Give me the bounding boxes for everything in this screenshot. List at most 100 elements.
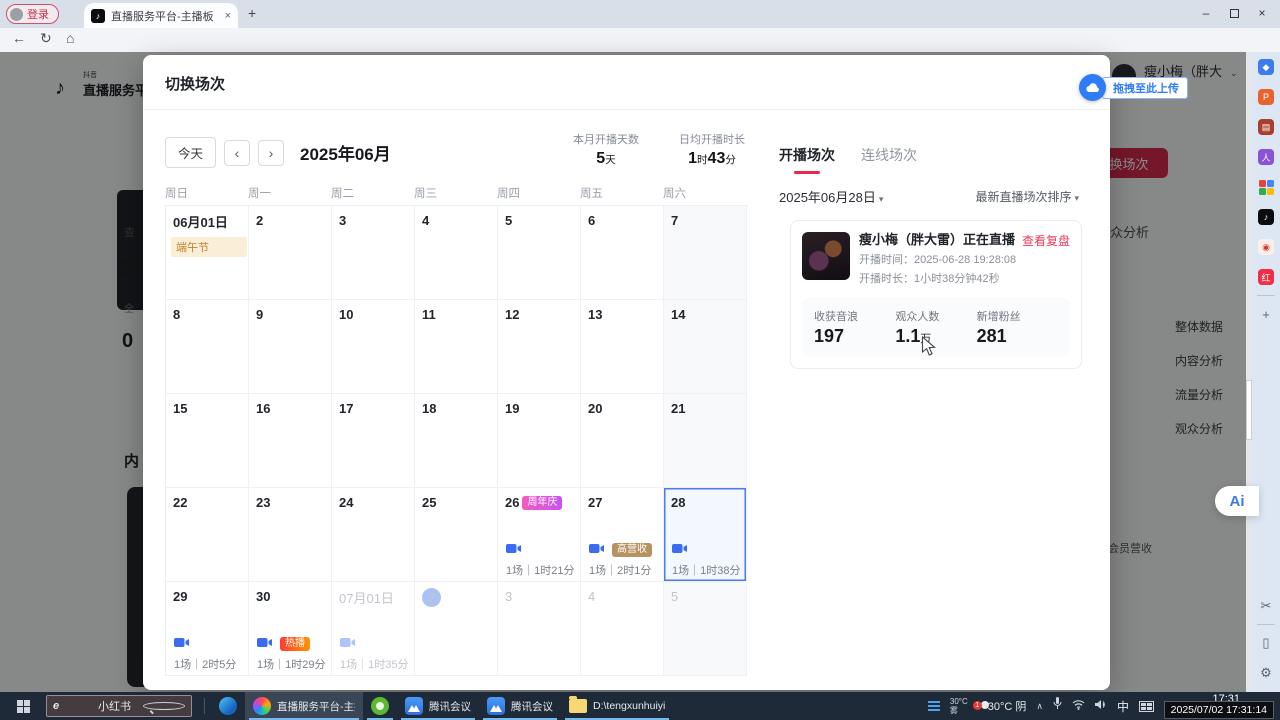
start-button[interactable] <box>0 692 46 720</box>
calendar-day-cell[interactable]: 291场｜2时5分 <box>166 582 249 676</box>
calendar-day-cell[interactable]: 15 <box>166 394 249 488</box>
upload-drop-pill[interactable]: 拖拽至此上传 <box>1079 74 1188 101</box>
day-number: 27 <box>588 495 602 510</box>
video-camera-icon <box>506 541 521 559</box>
calendar-day-cell[interactable]: 06月01日端午节 <box>166 206 249 300</box>
calendar-day-cell[interactable]: 2 <box>415 582 498 676</box>
day-number: 16 <box>256 401 270 416</box>
calendar-day-cell[interactable]: 18 <box>415 394 498 488</box>
browser-tab[interactable]: ♪ 直播服务平台-主播板 × <box>84 3 238 28</box>
toolbox-icon[interactable]: ▤ <box>1252 112 1280 142</box>
network-icon[interactable] <box>1072 697 1085 715</box>
day-number: 20 <box>588 401 602 416</box>
taskbar-app-folder[interactable]: D:\tengxunhuiyi <box>561 692 673 720</box>
next-month-button[interactable]: › <box>258 140 284 166</box>
calendar-day-cell[interactable]: 281场｜1时38分 <box>664 488 747 582</box>
calendar-day-cell[interactable]: 22 <box>166 488 249 582</box>
microphone-icon[interactable] <box>1053 697 1062 715</box>
prev-month-button[interactable]: ‹ <box>224 140 250 166</box>
calendar-day-cell[interactable]: 27高营收1场｜2时1分 <box>581 488 664 582</box>
clip-icon[interactable]: ✂ <box>1252 591 1280 621</box>
screen: 登录 ♪ 直播服务平台-主播板 × + – × ← ↻ ⌂ anchor.dou… <box>0 0 1280 720</box>
calendar-day-cell[interactable]: 9 <box>249 300 332 394</box>
calendar-day-cell[interactable]: 4 <box>581 582 664 676</box>
touch-keyboard-icon[interactable] <box>1139 701 1154 712</box>
minimize-button[interactable]: – <box>1192 0 1220 26</box>
office-icon[interactable]: P <box>1252 82 1280 112</box>
douyin-icon[interactable]: ♪ <box>1252 202 1280 232</box>
weather-text[interactable]: 30°C 阴 <box>988 698 1027 714</box>
browser-login-button[interactable]: 登录 <box>6 4 59 24</box>
xiaohongshu-icon[interactable]: 红 <box>1252 262 1280 292</box>
add-icon[interactable]: + <box>1252 299 1280 329</box>
calendar-day-cell[interactable]: 26周年庆1场｜1时21分 <box>498 488 581 582</box>
tray-expand-icon[interactable]: ∧ <box>1036 701 1043 712</box>
calendar-day-cell[interactable]: 21 <box>664 394 747 488</box>
calendar-day-cell[interactable]: 8 <box>166 300 249 394</box>
holiday-badge: 端午节 <box>171 237 247 257</box>
calendar-day-cell[interactable]: 6 <box>581 206 664 300</box>
reload-icon[interactable]: ↻ <box>40 30 52 47</box>
apps-grid-icon[interactable] <box>1252 172 1280 202</box>
calendar-day-cell[interactable]: 10 <box>332 300 415 394</box>
sort-dropdown[interactable]: 最新直播场次排序▾ <box>975 188 1079 205</box>
ai-assistant-button[interactable]: Ai <box>1215 486 1259 516</box>
tab-close-icon[interactable]: × <box>225 10 231 22</box>
calendar-day-cell[interactable]: 17 <box>332 394 415 488</box>
panel-icon[interactable]: ▯ <box>1252 628 1280 658</box>
calendar-day-cell[interactable]: 5 <box>664 582 747 676</box>
home-icon[interactable]: ⌂ <box>66 30 74 46</box>
back-icon[interactable]: ← <box>12 30 26 46</box>
review-link[interactable]: 查看复盘 <box>1022 232 1070 249</box>
day-number: 13 <box>588 307 602 322</box>
close-button[interactable]: × <box>1248 0 1276 26</box>
calendar-day-cell[interactable]: 4 <box>415 206 498 300</box>
calendar-day-cell[interactable]: 5 <box>498 206 581 300</box>
taskbar-app-live-platform[interactable]: 直播服务平台-主播... <box>245 692 363 720</box>
event-badge: 高营收 <box>612 543 652 557</box>
tab-live-sessions[interactable]: 开播场次 <box>779 145 835 165</box>
day-number: 07月01日 <box>339 588 394 607</box>
news-menu-icon[interactable] <box>928 701 940 711</box>
taskbar-search[interactable]: e 小红书 <box>46 695 192 717</box>
calendar-day-cell[interactable]: 24 <box>332 488 415 582</box>
calendar-day-cell[interactable]: 25 <box>415 488 498 582</box>
tag-icon[interactable]: ◆ <box>1252 52 1280 82</box>
session-start-time: 开播时间：2025-06-28 19:28:08 <box>859 253 1070 268</box>
calendar-day-cell[interactable]: 19 <box>498 394 581 488</box>
tab-link-sessions[interactable]: 连线场次 <box>861 145 917 165</box>
restore-button[interactable] <box>1220 0 1248 26</box>
date-filter-dropdown[interactable]: 2025年06月28日▾ <box>779 187 883 206</box>
ai-label: Ai <box>1230 493 1245 510</box>
calendar-day-cell[interactable]: 12 <box>498 300 581 394</box>
calendar-day-cell[interactable]: 13 <box>581 300 664 394</box>
day-number: 21 <box>671 401 685 416</box>
new-tab-button[interactable]: + <box>248 5 256 21</box>
taskbar-app-edge[interactable] <box>211 692 245 720</box>
taskbar-app-green[interactable] <box>363 692 397 720</box>
ime-indicator[interactable]: 中 <box>1117 698 1129 715</box>
calendar-day-cell[interactable]: 14 <box>664 300 747 394</box>
volume-icon[interactable] <box>1095 697 1107 715</box>
assistant-icon[interactable]: 人 <box>1252 142 1280 172</box>
calendar-day-cell[interactable]: 07月01日1场｜1时35分 <box>332 582 415 676</box>
day-number: 23 <box>256 495 270 510</box>
calendar-day-cell[interactable]: 30热播1场｜1时29分 <box>249 582 332 676</box>
weekday-label: 周日 <box>165 185 248 201</box>
weekday-label: 周三 <box>414 185 497 201</box>
settings-gear-icon[interactable]: ⚙ <box>1252 658 1280 688</box>
calendar-day-cell[interactable]: 11 <box>415 300 498 394</box>
stat-value: 281 <box>977 326 1058 347</box>
calendar-day-cell[interactable]: 2 <box>249 206 332 300</box>
today-button[interactable]: 今天 <box>165 137 216 168</box>
weibo-icon[interactable]: ◉ <box>1252 232 1280 262</box>
taskbar-app-meeting-2[interactable]: 腾讯会议 <box>479 692 561 720</box>
stat-label: 新增粉丝 <box>977 308 1058 324</box>
calendar-day-cell[interactable]: 16 <box>249 394 332 488</box>
calendar-day-cell[interactable]: 7 <box>664 206 747 300</box>
taskbar-app-meeting-1[interactable]: 腾讯会议 <box>397 692 479 720</box>
calendar-day-cell[interactable]: 23 <box>249 488 332 582</box>
calendar-day-cell[interactable]: 3 <box>332 206 415 300</box>
calendar-day-cell[interactable]: 3 <box>498 582 581 676</box>
calendar-day-cell[interactable]: 20 <box>581 394 664 488</box>
